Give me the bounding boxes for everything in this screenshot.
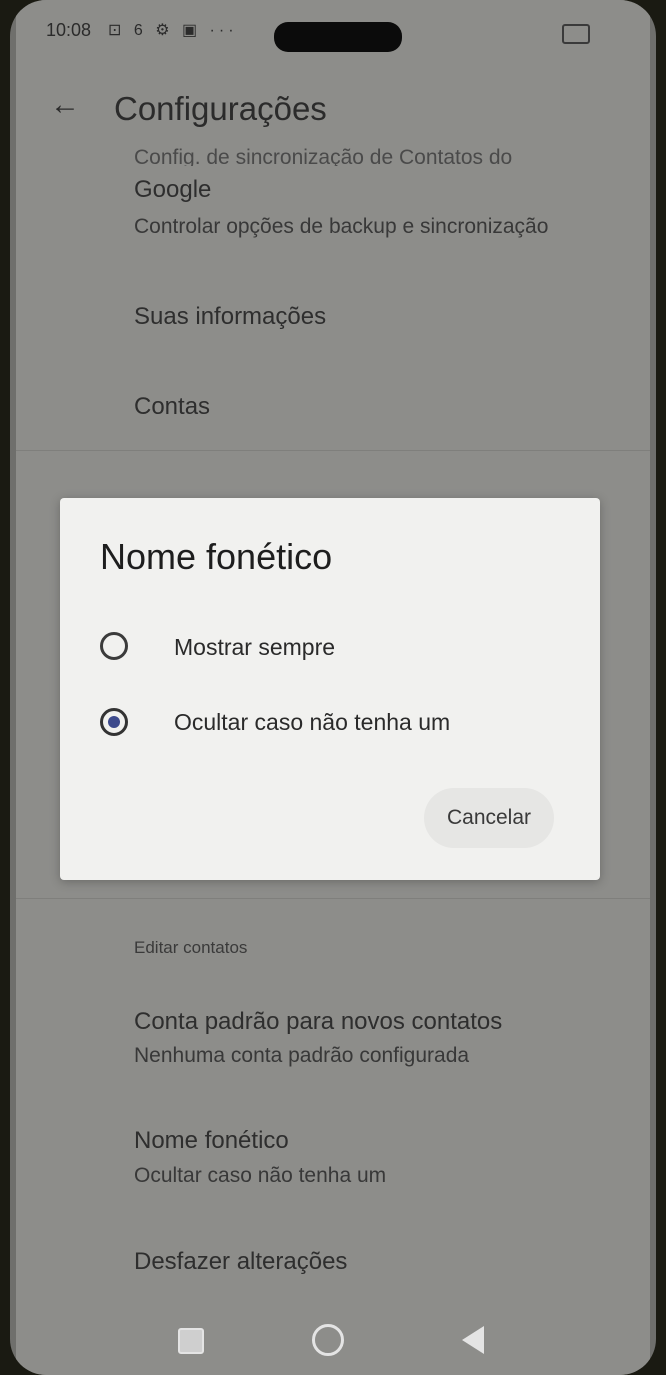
radio-selected-icon[interactable] bbox=[100, 708, 128, 736]
sync-settings-subtitle: Controlar opções de backup e sincronizaç… bbox=[134, 215, 549, 238]
status-bar: 10:08 ⊡ 6 ⚙ ▣ ··· bbox=[16, 0, 650, 60]
dialog-title: Nome fonético bbox=[100, 536, 333, 577]
radio-unselected-icon[interactable] bbox=[100, 632, 128, 660]
phonetic-name-title[interactable]: Nome fonético bbox=[134, 1127, 289, 1155]
sync-partial-text: Config. de sincronização de Contatos do bbox=[134, 146, 513, 166]
recents-icon[interactable] bbox=[178, 1328, 204, 1354]
radio-option-label[interactable]: Ocultar caso não tenha um bbox=[174, 709, 450, 736]
phonetic-name-dialog: Nome fonético Mostrar sempre Ocultar cas… bbox=[60, 498, 600, 880]
phonetic-name-subtitle: Ocultar caso não tenha um bbox=[134, 1164, 387, 1187]
undo-changes-item[interactable]: Desfazer alterações bbox=[134, 1248, 347, 1276]
page-title: Configurações bbox=[114, 90, 327, 127]
navigation-bar bbox=[16, 1310, 650, 1370]
divider bbox=[16, 898, 650, 899]
section-header-edit-contacts: Editar contatos bbox=[134, 938, 248, 957]
screen: 10:08 ⊡ 6 ⚙ ▣ ··· ← Configurações Config… bbox=[16, 0, 650, 1375]
camera-notch bbox=[274, 22, 402, 52]
radio-option-label[interactable]: Mostrar sempre bbox=[174, 634, 335, 661]
status-icons: ⊡ 6 ⚙ ▣ ··· bbox=[108, 22, 238, 39]
back-triangle-icon[interactable] bbox=[462, 1326, 484, 1354]
back-arrow-icon[interactable]: ← bbox=[50, 88, 80, 122]
sync-settings-title[interactable]: Google bbox=[134, 176, 211, 204]
app-bar: ← Configurações bbox=[16, 70, 650, 140]
your-info-item[interactable]: Suas informações bbox=[134, 303, 326, 331]
default-account-title[interactable]: Conta padrão para novos contatos bbox=[134, 1008, 502, 1036]
phone-frame: 10:08 ⊡ 6 ⚙ ▣ ··· ← Configurações Config… bbox=[10, 0, 656, 1375]
status-time: 10:08 bbox=[46, 20, 92, 40]
radio-dot bbox=[108, 716, 120, 728]
accounts-item[interactable]: Contas bbox=[134, 393, 210, 421]
default-account-subtitle: Nenhuma conta padrão configurada bbox=[134, 1044, 470, 1067]
cancel-button[interactable]: Cancelar bbox=[424, 788, 554, 848]
battery-icon bbox=[562, 24, 590, 44]
home-icon[interactable] bbox=[312, 1324, 344, 1356]
divider bbox=[16, 450, 650, 451]
